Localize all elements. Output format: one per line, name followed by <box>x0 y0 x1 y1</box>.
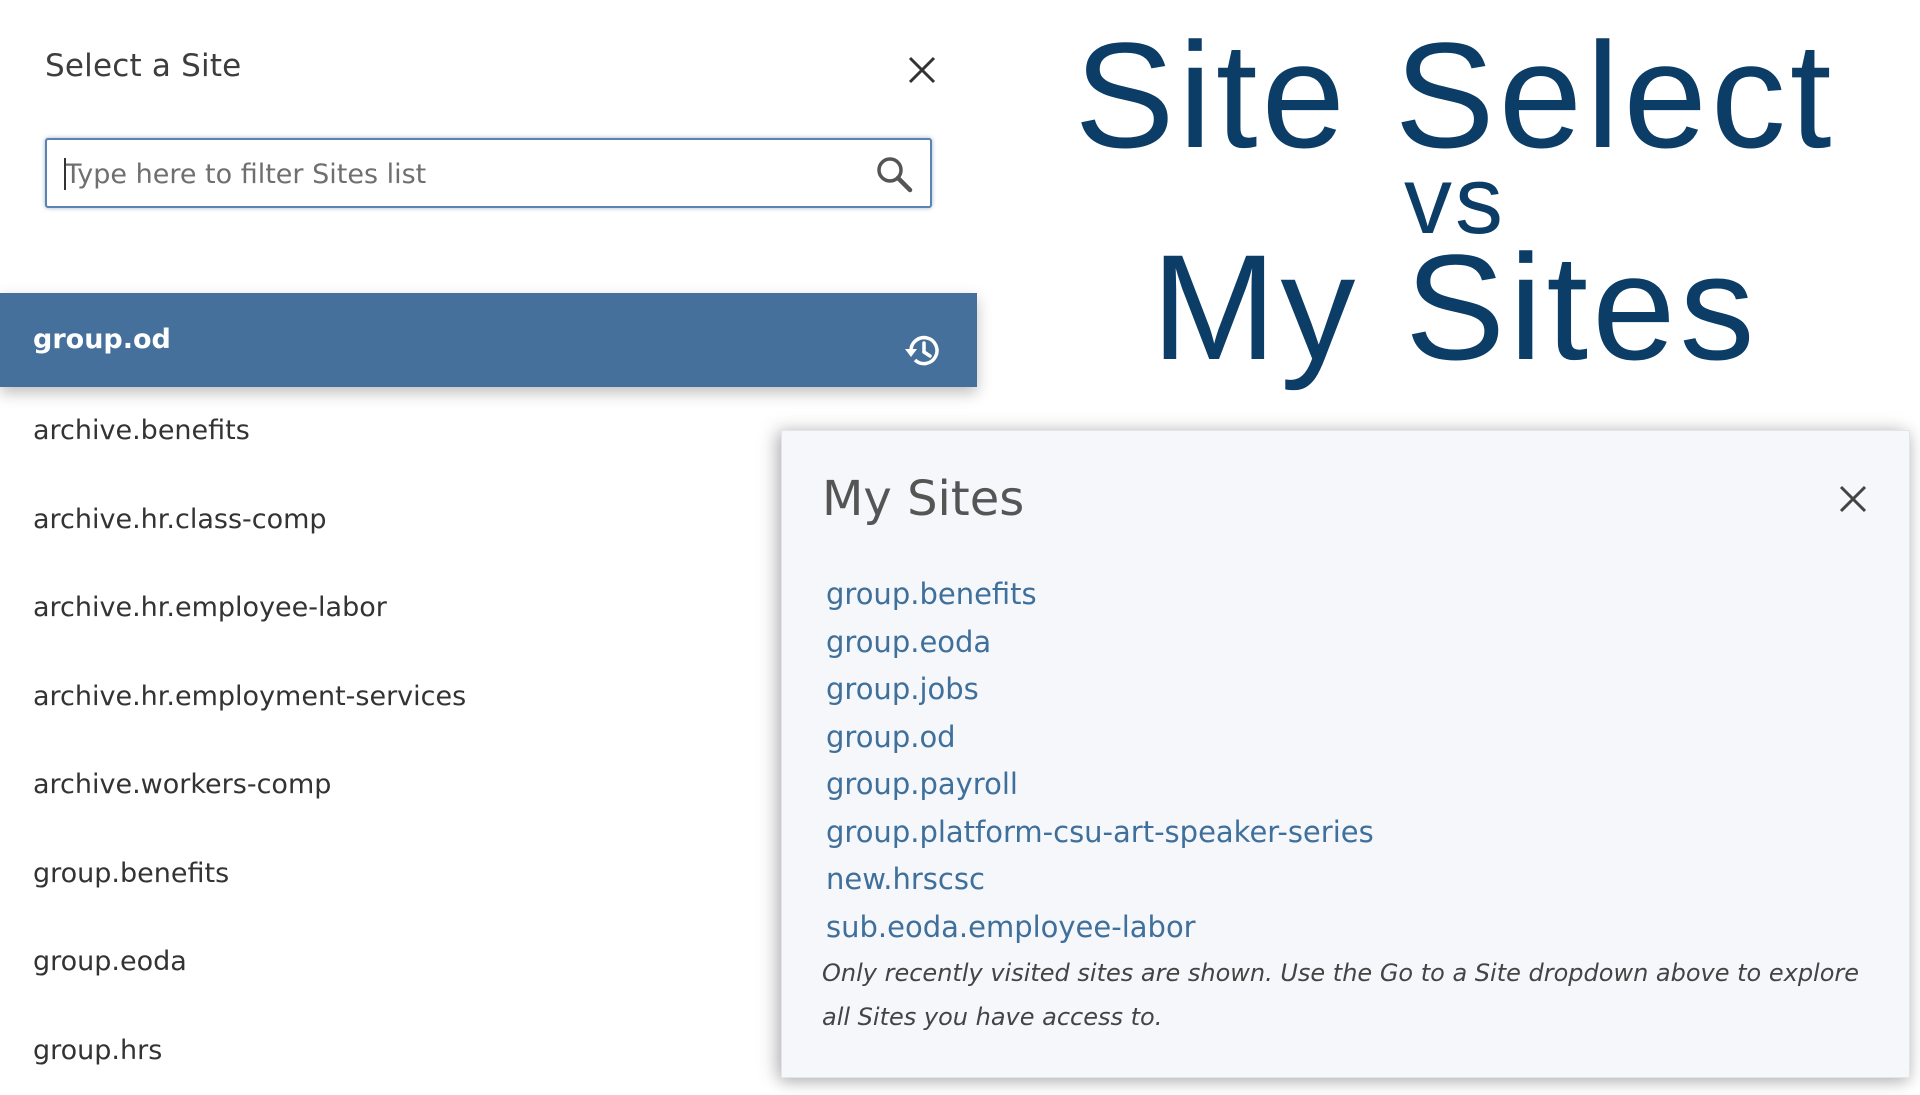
headline-line-3: My Sites <box>1000 232 1910 382</box>
my-sites-title: My Sites <box>822 471 1024 527</box>
my-sites-link[interactable]: sub.eoda.employee-labor <box>826 904 1374 952</box>
my-sites-link[interactable]: group.payroll <box>826 761 1374 809</box>
site-filter-field <box>45 138 932 208</box>
my-sites-note: Only recently visited sites are shown. U… <box>822 951 1882 1039</box>
search-icon[interactable] <box>874 154 914 194</box>
site-select-title: Select a Site <box>45 48 241 84</box>
text-caret <box>64 158 66 190</box>
site-list-item-selected[interactable]: group.od <box>0 293 977 387</box>
site-filter-input[interactable] <box>63 140 847 208</box>
my-sites-link[interactable]: group.benefits <box>826 571 1374 619</box>
close-icon[interactable] <box>1835 481 1871 517</box>
my-sites-link[interactable]: group.platform-csu-art-speaker-series <box>826 809 1374 857</box>
close-icon[interactable] <box>902 50 942 90</box>
headline: Site Select vs My Sites <box>1000 20 1910 382</box>
my-sites-list: group.benefits group.eoda group.jobs gro… <box>826 571 1374 951</box>
my-sites-panel: My Sites group.benefits group.eoda group… <box>781 430 1910 1078</box>
my-sites-link[interactable]: group.eoda <box>826 619 1374 667</box>
my-sites-link[interactable]: group.jobs <box>826 666 1374 714</box>
history-icon <box>901 318 945 362</box>
site-list-item-label: group.od <box>33 324 171 355</box>
my-sites-link[interactable]: group.od <box>826 714 1374 762</box>
my-sites-link[interactable]: new.hrscsc <box>826 856 1374 904</box>
